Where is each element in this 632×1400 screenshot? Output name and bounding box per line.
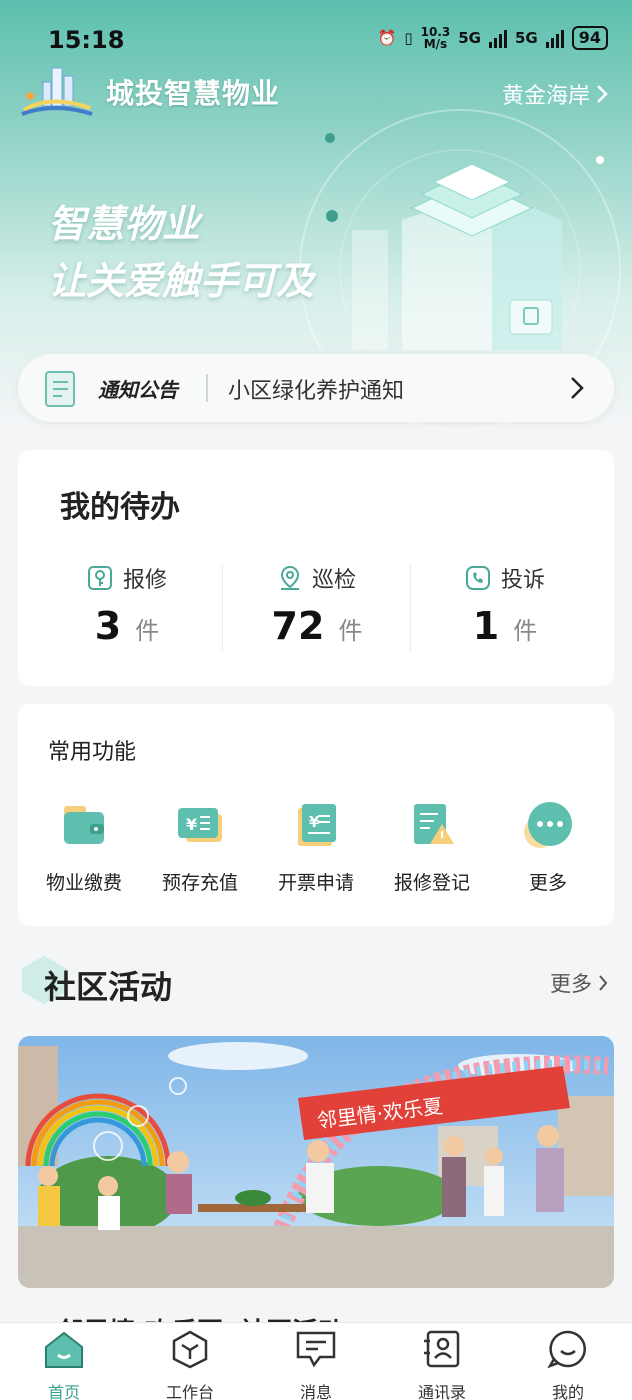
chevron-right-icon bbox=[599, 975, 608, 991]
community-title: 社区活动 bbox=[44, 968, 173, 1006]
brand-logo-icon bbox=[20, 66, 94, 118]
phone-icon bbox=[465, 566, 490, 590]
building-illustration bbox=[342, 150, 592, 370]
message-icon bbox=[296, 1331, 336, 1368]
tab-label: 消息 bbox=[299, 1383, 332, 1400]
function-invoice[interactable]: ¥ 开票申请 bbox=[258, 800, 374, 895]
status-time: 15:18 bbox=[48, 26, 125, 54]
repair-form-icon bbox=[404, 800, 460, 852]
tab-workbench[interactable]: 工作台 bbox=[140, 1329, 240, 1400]
function-repair-register[interactable]: 报修登记 bbox=[374, 800, 490, 895]
svg-text:¥: ¥ bbox=[186, 815, 197, 834]
status-icons: ⏰ ▯ 10.3 M/s 5G 5G 94 bbox=[378, 26, 608, 50]
notice-divider bbox=[206, 374, 208, 402]
alarm-icon: ⏰ bbox=[377, 29, 397, 47]
tab-label: 通讯录 bbox=[417, 1383, 466, 1400]
signal-icon bbox=[488, 28, 507, 48]
function-property-fee[interactable]: 物业缴费 bbox=[26, 800, 142, 895]
todo-count: 1 bbox=[472, 604, 500, 648]
todo-card: 我的待办 报修 3 件 巡检 72 件 投诉 1 件 bbox=[18, 450, 614, 686]
todo-unit: 件 bbox=[513, 617, 538, 645]
todo-count: 72 bbox=[271, 604, 325, 648]
cube-icon bbox=[172, 1330, 208, 1369]
network-type-1: 5G bbox=[458, 29, 481, 47]
signal-icon-2 bbox=[545, 28, 564, 48]
status-bar: 15:18 ⏰ ▯ 10.3 M/s 5G 5G 94 bbox=[0, 22, 632, 58]
todo-label: 投诉 bbox=[500, 568, 545, 593]
location-pin-icon bbox=[280, 565, 299, 590]
brand: 城投智慧物业 bbox=[20, 66, 280, 118]
net-speed: 10.3 M/s bbox=[420, 25, 451, 51]
todo-label: 报修 bbox=[122, 568, 167, 593]
todo-title: 我的待办 bbox=[60, 490, 180, 525]
todo-count: 3 bbox=[94, 604, 122, 648]
todo-label: 巡检 bbox=[311, 568, 356, 593]
home-icon bbox=[45, 1331, 83, 1368]
todo-item-inspection[interactable]: 巡检 72 件 bbox=[222, 562, 412, 652]
todo-unit: 件 bbox=[338, 617, 363, 645]
todo-item-repair[interactable]: 报修 3 件 bbox=[32, 562, 222, 652]
more-icon bbox=[520, 800, 576, 852]
tab-label: 工作台 bbox=[165, 1383, 214, 1400]
tab-profile[interactable]: 我的 bbox=[518, 1329, 618, 1400]
notice-bar[interactable]: 通知公告 小区绿化养护通知 bbox=[18, 354, 614, 422]
function-label: 报修登记 bbox=[393, 872, 470, 894]
brand-name: 城投智慧物业 bbox=[106, 77, 281, 110]
wallet-icon bbox=[56, 800, 112, 852]
function-label: 物业缴费 bbox=[45, 872, 122, 894]
notice-text[interactable]: 小区绿化养护通知 bbox=[228, 373, 404, 405]
vibrate-icon: ▯ bbox=[404, 29, 413, 47]
tab-label: 我的 bbox=[551, 1383, 584, 1400]
invoice-icon: ¥ bbox=[288, 800, 344, 852]
battery-icon: 94 bbox=[571, 26, 608, 50]
location-name: 黄金海岸 bbox=[501, 84, 590, 109]
network-type-2: 5G bbox=[514, 29, 538, 47]
location-selector[interactable]: 黄金海岸 bbox=[502, 78, 608, 110]
function-label: 更多 bbox=[528, 872, 567, 894]
hero-slogan: 智慧物业 让关爱触手可及 bbox=[48, 198, 314, 312]
bottom-tab-bar: 首页 工作台 消息 通讯录 我的 bbox=[0, 1322, 632, 1400]
todo-unit: 件 bbox=[135, 617, 160, 645]
community-section-header: 社区活动 更多 bbox=[18, 950, 614, 1010]
profile-icon bbox=[547, 1330, 586, 1369]
function-more[interactable]: 更多 bbox=[490, 800, 606, 895]
chevron-right-icon[interactable] bbox=[570, 376, 584, 400]
chevron-right-icon bbox=[597, 85, 608, 103]
todo-item-complaint[interactable]: 投诉 1 件 bbox=[410, 562, 600, 652]
tab-home[interactable]: 首页 bbox=[14, 1329, 114, 1400]
tab-label: 首页 bbox=[47, 1383, 80, 1400]
key-icon bbox=[87, 566, 112, 590]
community-more-link[interactable]: 更多 bbox=[550, 968, 608, 998]
contacts-icon bbox=[424, 1330, 460, 1368]
function-label: 预存充值 bbox=[161, 872, 238, 894]
tab-contacts[interactable]: 通讯录 bbox=[392, 1329, 492, 1400]
slogan-line-1: 智慧物业 bbox=[48, 202, 201, 246]
functions-title: 常用功能 bbox=[48, 740, 137, 765]
tab-messages[interactable]: 消息 bbox=[266, 1329, 366, 1400]
activity-photo[interactable]: 邻里情·欢乐夏 bbox=[18, 1036, 614, 1288]
slogan-line-2: 让关爱触手可及 bbox=[48, 259, 315, 303]
yuan-card-icon: ¥ bbox=[172, 800, 228, 852]
notice-icon bbox=[45, 371, 75, 407]
notice-label: 通知公告 bbox=[98, 378, 178, 402]
common-functions-card: 常用功能 物业缴费 ¥ 预存充值 ¥ 开票申请 报修登记 更多 bbox=[18, 704, 614, 926]
function-prepay[interactable]: ¥ 预存充值 bbox=[142, 800, 258, 895]
function-label: 开票申请 bbox=[277, 872, 354, 894]
